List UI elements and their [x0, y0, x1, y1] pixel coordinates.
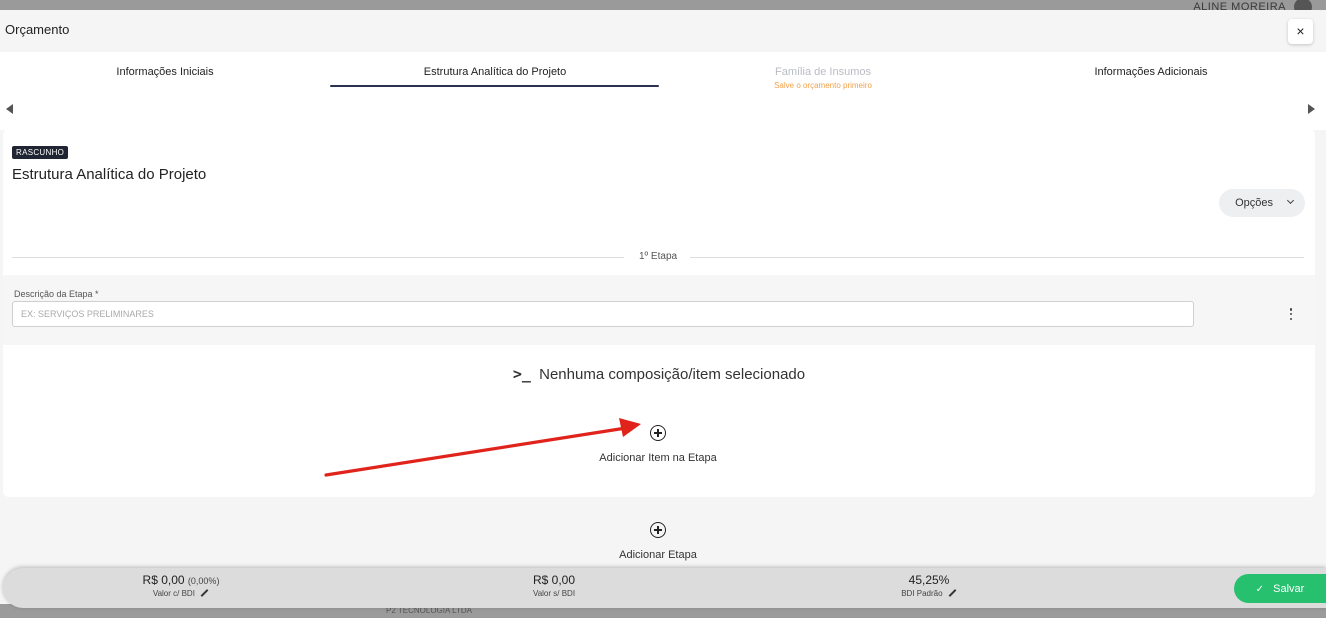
chevron-down-icon [1286, 196, 1295, 205]
stage-divider-line-right [690, 257, 1304, 258]
add-item-button[interactable]: Adicionar Item na Etapa [558, 425, 758, 464]
value-with-bdi-percent: (0,00%) [187, 576, 220, 586]
stage-description-input[interactable] [12, 301, 1194, 327]
totals-footer: R$ 0,00 (0,00%) Valor c/ BDI R$ 0,00 Val… [3, 568, 1326, 608]
empty-state-text: Nenhuma composição/item selecionado [539, 366, 806, 383]
more-vertical-icon[interactable] [1287, 307, 1295, 321]
value-without-bdi-amount: R$ 0,00 [532, 573, 576, 587]
scroll-right-icon[interactable] [1308, 104, 1315, 114]
bdi-default-value: 45,25% [908, 573, 950, 587]
options-label: Opções [1235, 197, 1273, 209]
tab-estrutura-analitica[interactable]: Estrutura Analítica do Projeto [330, 52, 660, 98]
plus-circle-icon [650, 522, 666, 538]
save-label: Salvar [1273, 582, 1305, 595]
bdi-default-label: BDI Padrão [829, 589, 1029, 598]
tab-label: Estrutura Analítica do Projeto [423, 66, 567, 78]
terminal-prompt-icon: >_ [512, 365, 531, 383]
add-item-label: Adicionar Item na Etapa [599, 452, 717, 464]
budget-modal: Orçamento × Informações Iniciais Estrutu… [0, 10, 1326, 618]
add-stage-label: Adicionar Etapa [619, 549, 697, 561]
tab-familia-insumos[interactable]: Família de Insumos Salve o orçamento pri… [658, 52, 988, 98]
tab-warning-text: Salve o orçamento primeiro [774, 81, 872, 90]
modal-title: Orçamento [5, 22, 70, 37]
value-with-bdi: R$ 0,00 (0,00%) Valor c/ BDI [81, 573, 281, 598]
bdi-default-caption: BDI Padrão [901, 589, 943, 598]
tabs-bar: Informações Iniciais Estrutura Analítica… [0, 52, 1326, 130]
stage-field-label: Descrição da Etapa * [14, 289, 99, 299]
tab-informacoes-iniciais[interactable]: Informações Iniciais [0, 52, 330, 98]
tab-label: Informações Adicionais [1094, 66, 1208, 78]
tab-label: Família de Insumos [775, 66, 871, 78]
check-icon: ✓ [1255, 583, 1265, 595]
background-app-bar [0, 0, 1326, 10]
value-with-bdi-text: R$ 0,00 [142, 573, 185, 587]
tab-label: Informações Iniciais [116, 66, 214, 78]
value-without-bdi-label: Valor s/ BDI [532, 589, 576, 598]
stage-divider-line-left [12, 257, 624, 258]
add-stage-button[interactable]: Adicionar Etapa [558, 522, 758, 561]
empty-state-message: >_ Nenhuma composição/item selecionado [3, 365, 1315, 383]
save-button[interactable]: ✓ Salvar [1234, 574, 1326, 603]
close-button[interactable]: × [1288, 19, 1313, 44]
modal-header: Orçamento × [0, 10, 1326, 52]
value-with-bdi-label: Valor c/ BDI [81, 589, 281, 598]
options-button[interactable]: Opções [1219, 189, 1305, 217]
page-title: Estrutura Analítica do Projeto [12, 166, 207, 183]
stage-description-row: Descrição da Etapa * [3, 275, 1315, 345]
value-without-bdi: R$ 0,00 Valor s/ BDI [454, 573, 654, 598]
tab-informacoes-adicionais[interactable]: Informações Adicionais [986, 52, 1316, 98]
value-with-bdi-amount: R$ 0,00 (0,00%) [81, 573, 281, 587]
plus-circle-icon [650, 425, 666, 441]
value-with-bdi-caption: Valor c/ BDI [152, 589, 195, 598]
scroll-left-icon[interactable] [6, 104, 13, 114]
stage-card: RASCUNHO Estrutura Analítica do Projeto … [3, 129, 1315, 497]
bdi-default: 45,25% BDI Padrão [829, 573, 1029, 598]
active-tab-indicator [330, 85, 659, 87]
pencil-icon[interactable] [948, 589, 957, 597]
status-badge: RASCUNHO [12, 146, 69, 159]
pencil-icon[interactable] [200, 589, 209, 597]
stage-divider-label: 1º Etapa [638, 251, 678, 262]
